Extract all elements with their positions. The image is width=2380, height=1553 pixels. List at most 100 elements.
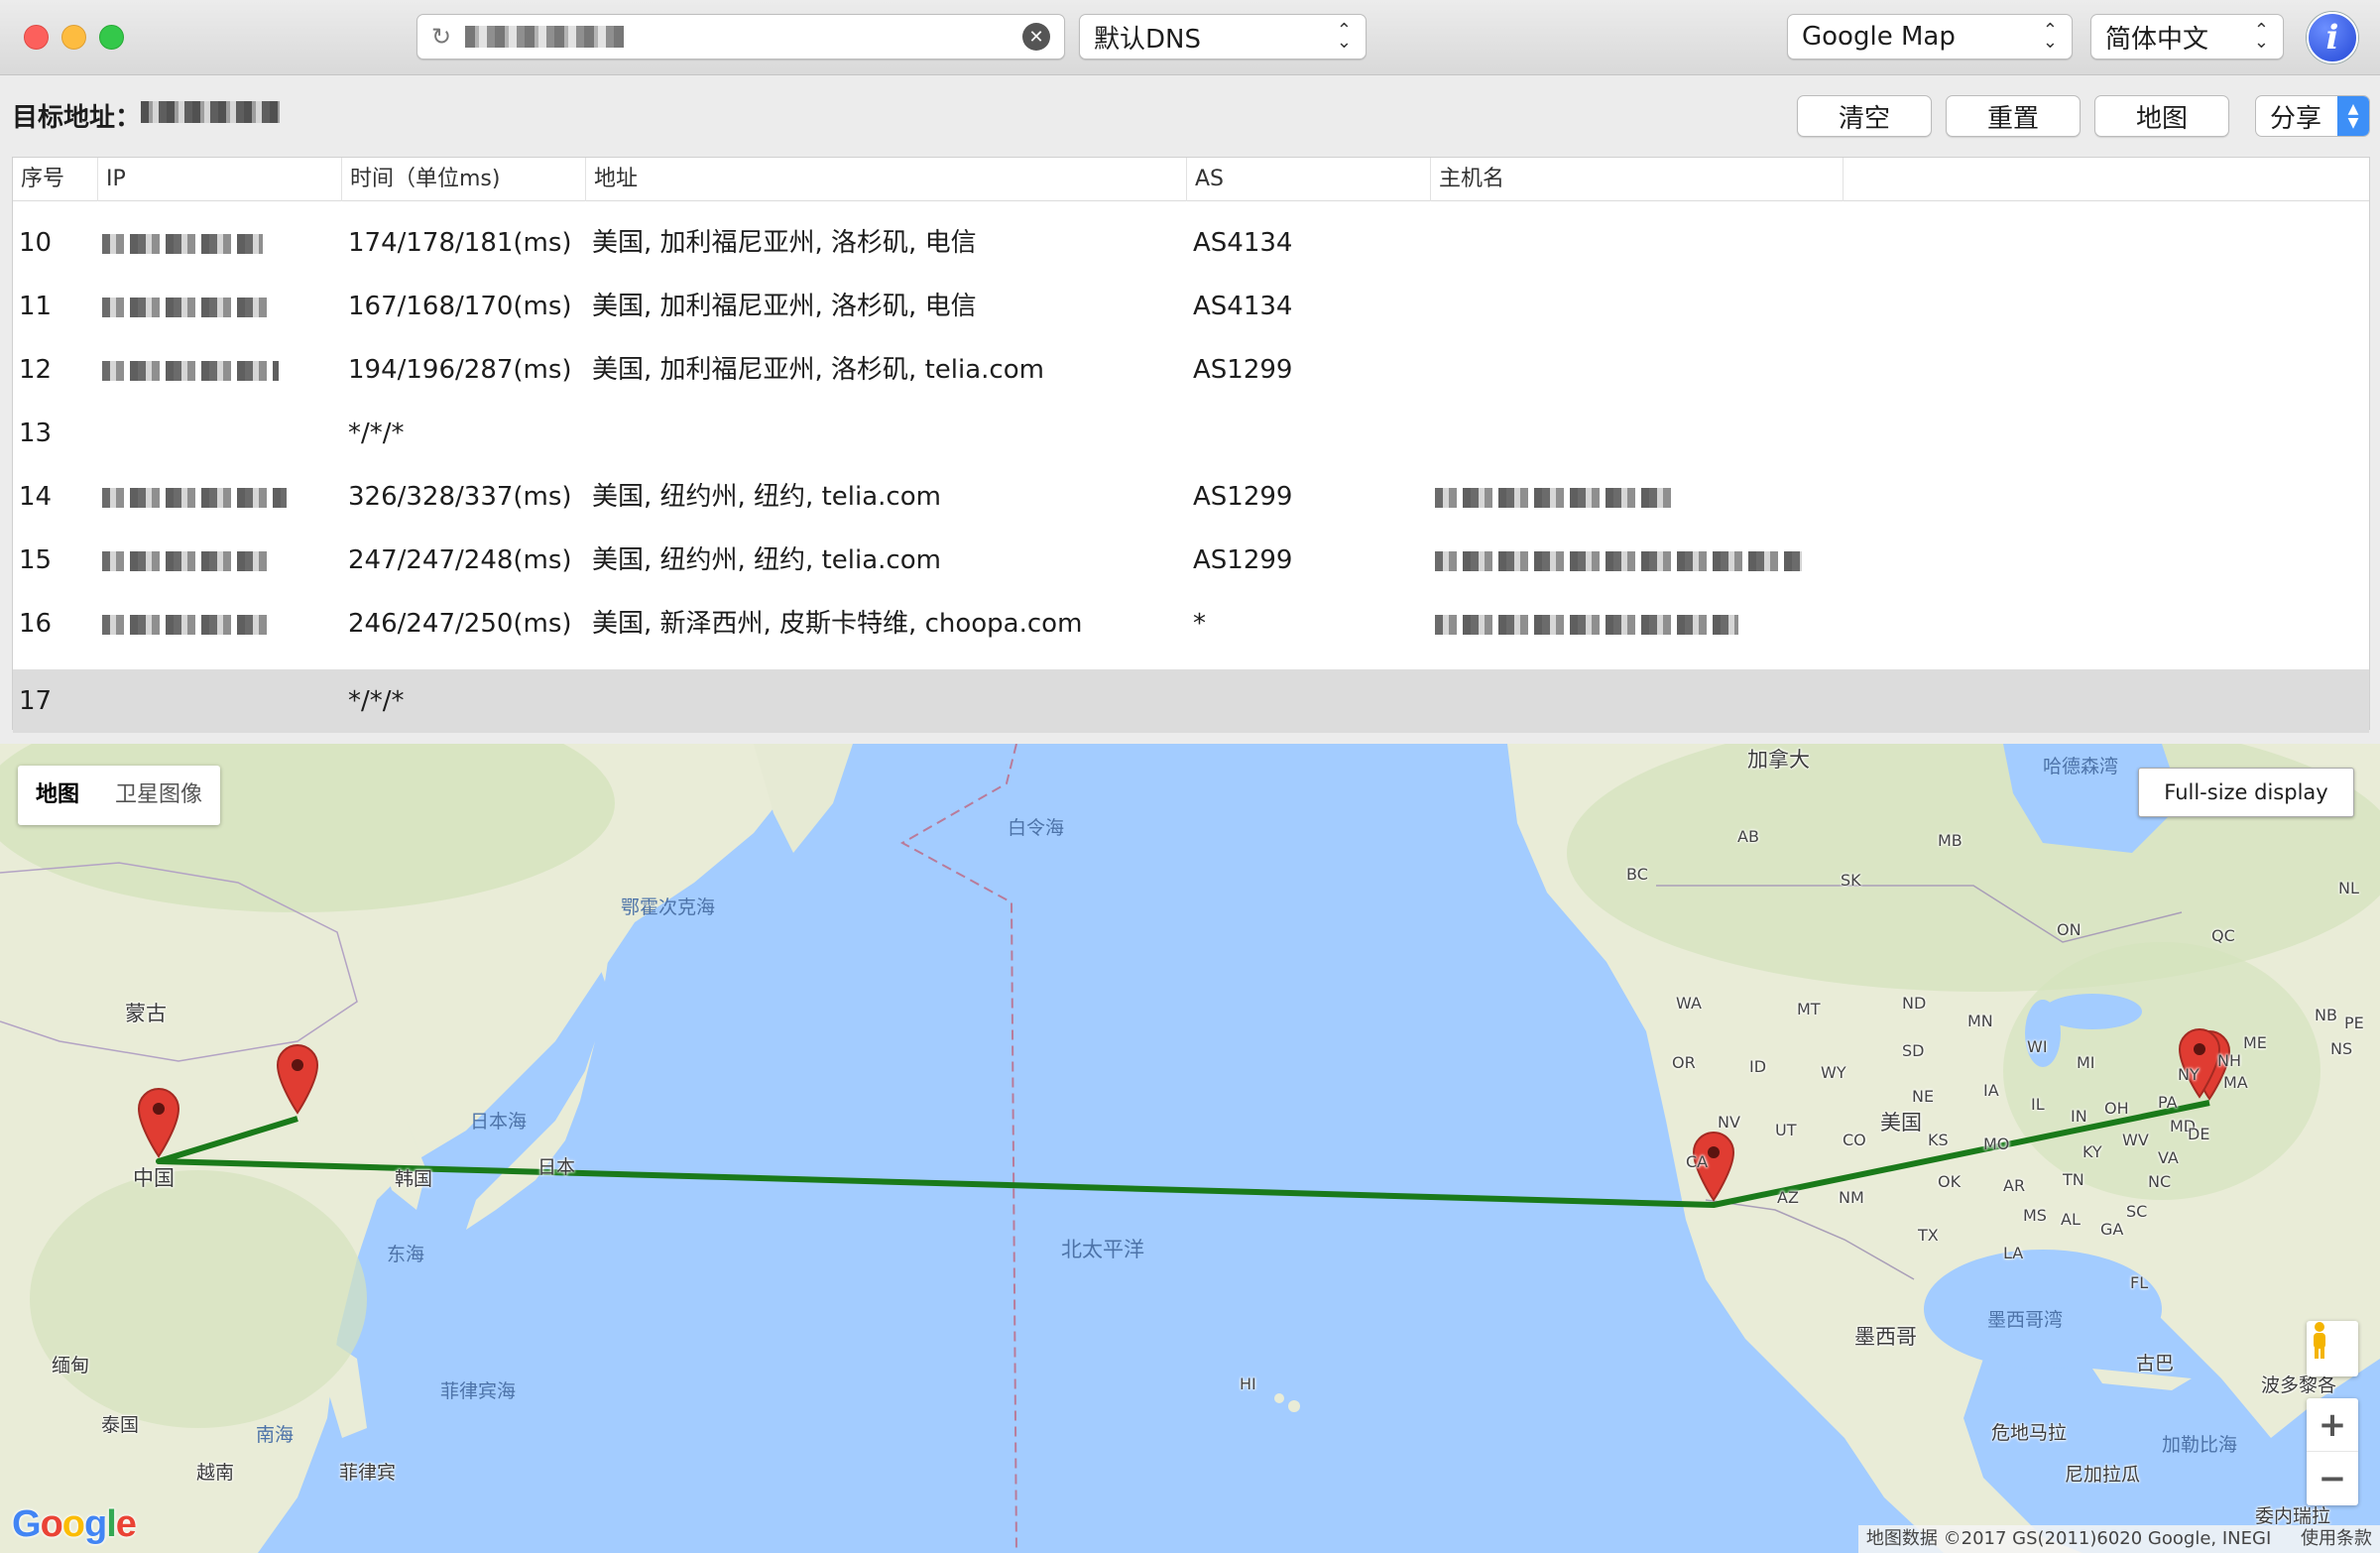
- cell-no: 15: [19, 545, 53, 575]
- cell-time: 194/196/287(ms): [348, 355, 572, 385]
- map-label-gulf-mexico: 墨西哥湾: [1987, 1309, 2064, 1331]
- map-label-state: NE: [1912, 1087, 1935, 1106]
- cell-no: 17: [19, 686, 53, 716]
- map-label-state: SD: [1902, 1041, 1925, 1060]
- street-view-pegman-icon[interactable]: [2307, 1321, 2358, 1376]
- map-label-province: ON: [2057, 920, 2082, 939]
- cell-no: 16: [19, 609, 53, 639]
- map-label-province: NB: [2315, 1006, 2337, 1024]
- window-toolbar: ↻ ✕ 默认DNS ⌃ ⌄ Google Map ⌃ ⌄ 简体中文 ⌃ ⌄ i: [0, 0, 2380, 75]
- clear-button[interactable]: 清空: [1797, 95, 1932, 137]
- cell-no: 10: [19, 228, 53, 258]
- full-size-display-button[interactable]: Full-size display: [2138, 768, 2354, 817]
- column-header-ip[interactable]: IP: [98, 158, 342, 201]
- share-button[interactable]: 分享 ▲ ▼: [2255, 95, 2370, 137]
- table-row-selected[interactable]: 17 */*/*: [13, 669, 2369, 733]
- map-label-province: NL: [2338, 879, 2359, 897]
- map-label-state: IL: [2031, 1095, 2045, 1114]
- table-row[interactable]: 15 247/247/248(ms) 美国, 纽约州, 纽约, telia.co…: [13, 529, 2369, 592]
- terms-of-use-link[interactable]: 使用条款: [2301, 1528, 2372, 1549]
- map-label-state: IA: [1983, 1081, 1999, 1100]
- map-label-state: ME: [2243, 1033, 2267, 1052]
- cell-as: AS4134: [1193, 228, 1293, 258]
- search-input-value[interactable]: [465, 26, 625, 48]
- cell-time: 326/328/337(ms): [348, 482, 572, 512]
- column-header-no[interactable]: 序号: [13, 158, 98, 201]
- updown-arrow-icon: ⌃ ⌄: [2253, 20, 2269, 53]
- map-label-state: TN: [2063, 1170, 2084, 1189]
- route-map[interactable]: 蒙古 中国 韩国 日本 日本海 东海 鄂霍次克海 白令海 北太平洋 缅甸 泰国 …: [0, 744, 2380, 1553]
- info-icon[interactable]: i: [2307, 12, 2358, 63]
- map-label-state: DE: [2188, 1125, 2210, 1143]
- map-label-state: MO: [1983, 1135, 2010, 1153]
- table-row[interactable]: 11 167/168/170(ms) 美国, 加利福尼亚州, 洛杉矶, 电信 A…: [13, 275, 2369, 338]
- map-label-china: 中国: [133, 1166, 175, 1190]
- table-row[interactable]: 12 194/196/287(ms) 美国, 加利福尼亚州, 洛杉矶, teli…: [13, 338, 2369, 402]
- cell-time: 174/178/181(ms): [348, 228, 572, 258]
- map-label-state: UT: [1775, 1121, 1797, 1139]
- cell-no: 14: [19, 482, 53, 512]
- language-select[interactable]: 简体中文 ⌃ ⌄: [2090, 14, 2284, 60]
- map-label-state: KS: [1928, 1131, 1949, 1149]
- minimize-window-button[interactable]: [61, 25, 86, 50]
- cell-ip: [102, 465, 287, 529]
- cell-time: 247/247/248(ms): [348, 545, 572, 575]
- map-provider-select[interactable]: Google Map ⌃ ⌄: [1787, 14, 2073, 60]
- cell-time: 246/247/250(ms): [348, 609, 572, 639]
- map-label-state: AZ: [1777, 1188, 1799, 1207]
- map-label-hudson-bay: 哈德森湾: [2043, 756, 2119, 777]
- map-label-venezuela: 委内瑞拉: [2255, 1505, 2331, 1527]
- reload-icon[interactable]: ↻: [431, 23, 451, 51]
- map-label-state: NY: [2178, 1065, 2200, 1084]
- map-label-state: KY: [2082, 1142, 2102, 1161]
- dns-select[interactable]: 默认DNS ⌃ ⌄: [1079, 14, 1367, 60]
- target-search-field[interactable]: ↻ ✕: [416, 14, 1065, 60]
- location-pin-icon[interactable]: [137, 1087, 180, 1158]
- map-label-state: MN: [1967, 1012, 1993, 1030]
- hawaii-island-2: [1288, 1400, 1300, 1412]
- location-pin-icon[interactable]: [2178, 1027, 2221, 1099]
- cell-ip: [102, 592, 273, 656]
- cell-time: */*/*: [348, 686, 405, 716]
- map-label-province: MB: [1938, 831, 1963, 850]
- map-label-canada: 加拿大: [1747, 748, 1810, 772]
- cell-ip: [102, 338, 279, 402]
- zoom-window-button[interactable]: [99, 25, 124, 50]
- table-row[interactable]: 10 174/178/181(ms) 美国, 加利福尼亚州, 洛杉矶, 电信 A…: [13, 211, 2369, 275]
- dns-select-value: 默认DNS: [1094, 24, 1201, 55]
- map-label-state: GA: [2100, 1220, 2124, 1239]
- cell-as: *: [1193, 609, 1206, 639]
- reset-button[interactable]: 重置: [1946, 95, 2081, 137]
- cell-as: AS1299: [1193, 482, 1293, 512]
- table-row[interactable]: 16 246/247/250(ms) 美国, 新泽西州, 皮斯卡特维, choo…: [13, 592, 2369, 656]
- column-header-time[interactable]: 时间（单位ms): [342, 158, 586, 201]
- great-lakes-2: [2025, 1000, 2061, 1067]
- column-header-hostname[interactable]: 主机名: [1431, 158, 1844, 201]
- column-header-as[interactable]: AS: [1187, 158, 1431, 201]
- map-label-north-pacific: 北太平洋: [1061, 1238, 1144, 1261]
- map-label-state: AR: [2003, 1176, 2026, 1195]
- map-type-satellite[interactable]: 卫星图像: [97, 766, 220, 825]
- map-label-state: WV: [2122, 1131, 2149, 1149]
- zoom-out-icon[interactable]: −: [2307, 1452, 2358, 1505]
- map-label-state: OH: [2104, 1099, 2129, 1118]
- table-row[interactable]: 14 326/328/337(ms) 美国, 纽约州, 纽约, telia.co…: [13, 465, 2369, 529]
- table-row[interactable]: 13 */*/*: [13, 402, 2369, 465]
- share-dropdown-icon[interactable]: ▲ ▼: [2337, 96, 2369, 136]
- zoom-in-icon[interactable]: +: [2307, 1398, 2358, 1452]
- map-type-map[interactable]: 地图: [18, 766, 97, 825]
- clear-search-icon[interactable]: ✕: [1022, 23, 1050, 51]
- language-value: 简体中文: [2105, 24, 2209, 55]
- map-label-usa: 美国: [1880, 1111, 1922, 1135]
- location-pin-icon[interactable]: [276, 1043, 319, 1115]
- map-button[interactable]: 地图: [2094, 95, 2229, 137]
- close-window-button[interactable]: [24, 25, 49, 50]
- map-label-state: OK: [1938, 1172, 1962, 1191]
- map-type-control: 地图 卫星图像: [18, 766, 221, 825]
- map-label-state: WY: [1821, 1063, 1846, 1082]
- cell-as: AS1299: [1193, 545, 1293, 575]
- map-label-vietnam: 越南: [196, 1462, 235, 1484]
- trace-table[interactable]: 序号 IP 时间（单位ms) 地址 AS 主机名 10 174/178/181(…: [12, 157, 2370, 733]
- column-header-address[interactable]: 地址: [586, 158, 1187, 201]
- map-label-guatemala: 危地马拉: [1991, 1422, 2068, 1444]
